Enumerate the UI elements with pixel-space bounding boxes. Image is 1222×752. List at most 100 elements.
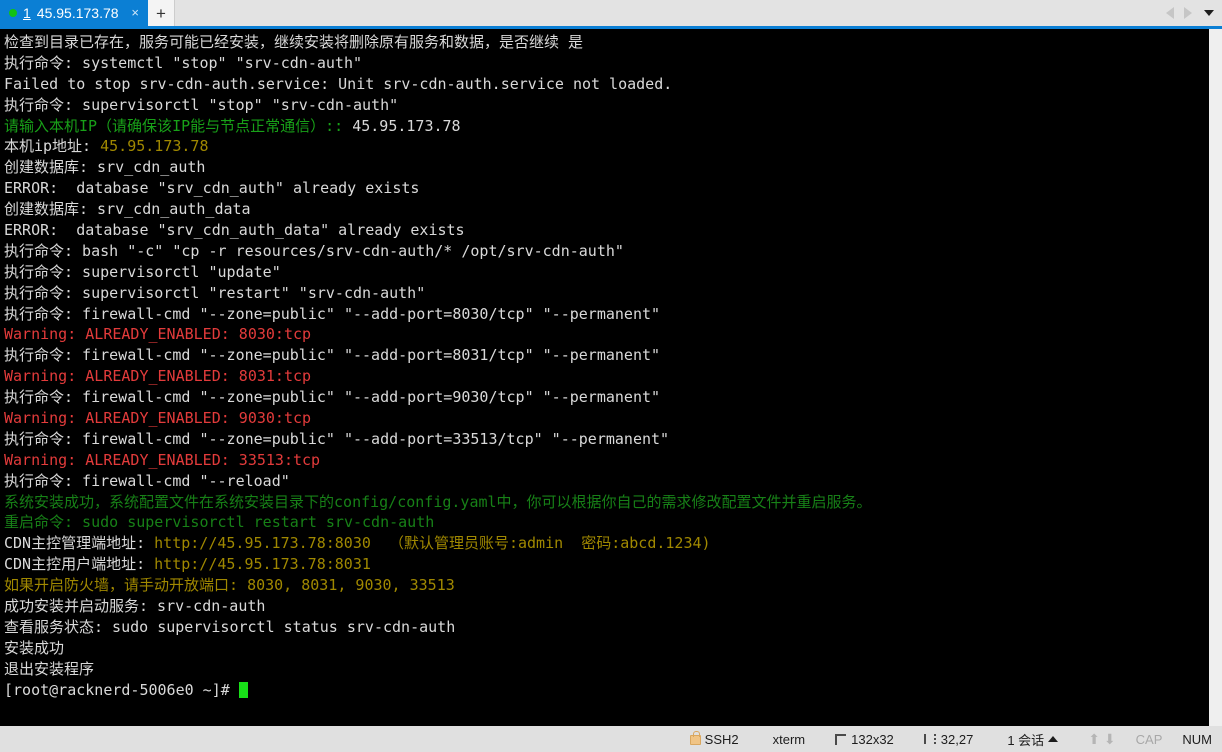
terminal-scrollbar[interactable] bbox=[1208, 29, 1222, 726]
scroll-tabs-right-icon[interactable] bbox=[1184, 7, 1192, 19]
terminal-text: 创建数据库: srv_cdn_auth_data bbox=[4, 200, 251, 219]
terminal-line: 执行命令: systemctl "stop" "srv-cdn-auth" bbox=[4, 53, 1208, 74]
close-icon[interactable]: × bbox=[128, 6, 142, 21]
status-size: 132x32 bbox=[835, 732, 894, 747]
terminal-line: Warning: ALREADY_ENABLED: 9030:tcp bbox=[4, 408, 1208, 429]
terminal-line: 执行命令: firewall-cmd "--zone=public" "--ad… bbox=[4, 345, 1208, 366]
status-sessions[interactable]: 1 会话 bbox=[1007, 730, 1059, 749]
terminal-line: 系统安装成功，系统配置文件在系统安装目录下的config/config.yaml… bbox=[4, 492, 1208, 513]
terminal-text: CDN主控用户端地址: bbox=[4, 555, 155, 574]
terminal-area: 检查到目录已存在，服务可能已经安装，继续安装将删除原有服务和数据，是否继续 是执… bbox=[0, 29, 1222, 726]
upload-arrow-icon: ⬆ bbox=[1088, 731, 1100, 747]
terminal-text: 系统安装成功，系统配置文件在系统安装目录下的config/config.yaml… bbox=[4, 492, 872, 511]
cursor-position-icon bbox=[923, 734, 936, 744]
terminal-line: 如果开启防火墙，请手动开放端口: 8030, 8031, 9030, 33513 bbox=[4, 575, 1208, 596]
terminal-text: http://45.95.173.78:8030 bbox=[154, 534, 371, 553]
terminal-line: 退出安装程序 bbox=[4, 659, 1208, 680]
terminal-text: 如果开启防火墙，请手动开放端口: 8030, 8031, 9030, 33513 bbox=[4, 576, 455, 595]
terminal-line: Warning: ALREADY_ENABLED: 8031:tcp bbox=[4, 366, 1208, 387]
status-cursor-position-label: 32,27 bbox=[940, 731, 974, 747]
tab-list-chevron-down-icon[interactable] bbox=[1204, 10, 1214, 16]
terminal-text: 检查到目录已存在，服务可能已经安装，继续安装将删除原有服务和数据，是否继续 是 bbox=[4, 33, 584, 51]
terminal-text: 创建数据库: srv_cdn_auth bbox=[4, 158, 206, 177]
terminal-text: 执行命令: firewall-cmd "--zone=public" "--ad… bbox=[4, 388, 661, 407]
status-emulation: xterm bbox=[773, 732, 806, 747]
terminal-line: CDN主控用户端地址: http://45.95.173.78:8031 bbox=[4, 554, 1208, 575]
resize-icon bbox=[835, 733, 847, 745]
status-num-lock-label: NUM bbox=[1182, 731, 1212, 747]
terminal-text: 执行命令: supervisorctl "stop" "srv-cdn-auth… bbox=[4, 95, 399, 114]
terminal-line: 成功安装并启动服务: srv-cdn-auth bbox=[4, 596, 1208, 617]
terminal-line: 执行命令: supervisorctl "restart" "srv-cdn-a… bbox=[4, 283, 1208, 304]
terminal-text: 安装成功 bbox=[4, 638, 65, 657]
tab-bar-filler bbox=[175, 0, 1166, 26]
terminal-text: Warning: ALREADY_ENABLED: 9030:tcp bbox=[4, 409, 312, 428]
terminal-text: 执行命令: firewall-cmd "--zone=public" "--ad… bbox=[4, 346, 661, 365]
terminal-text: 查看服务状态: sudo supervisorctl status srv-cd… bbox=[4, 617, 456, 636]
tab-bar-controls bbox=[1166, 0, 1222, 26]
connection-status-dot bbox=[9, 9, 17, 17]
status-emulation-label: xterm bbox=[772, 731, 806, 747]
terminal-text: 执行命令: bash "-c" "cp -r resources/srv-cdn… bbox=[4, 241, 624, 260]
terminal-output[interactable]: 检查到目录已存在，服务可能已经安装，继续安装将删除原有服务和数据，是否继续 是执… bbox=[0, 29, 1208, 726]
scroll-tabs-left-icon[interactable] bbox=[1166, 7, 1174, 19]
terminal-text: 执行命令: firewall-cmd "--reload" bbox=[4, 471, 290, 490]
status-bar: SSH2 xterm 132x32 32,27 1 会话 ⬆ ⬇ CAP NUM bbox=[0, 726, 1222, 752]
shell-prompt: [root@racknerd-5006e0 ~]# bbox=[4, 680, 239, 699]
terminal-line: 执行命令: bash "-c" "cp -r resources/srv-cdn… bbox=[4, 241, 1208, 262]
terminal-line: Warning: ALREADY_ENABLED: 33513:tcp bbox=[4, 450, 1208, 471]
terminal-text: 执行命令: systemctl "stop" "srv-cdn-auth" bbox=[4, 53, 363, 72]
terminal-line: ERROR: database "srv_cdn_auth_data" alre… bbox=[4, 220, 1208, 241]
lock-icon bbox=[689, 731, 701, 745]
terminal-tab[interactable]: 1 45.95.173.78 × bbox=[0, 0, 148, 26]
terminal-line: 创建数据库: srv_cdn_auth_data bbox=[4, 199, 1208, 220]
terminal-line: 重启命令: sudo supervisorctl restart srv-cdn… bbox=[4, 512, 1208, 533]
new-tab-button[interactable]: + bbox=[148, 0, 175, 26]
terminal-text: CDN主控管理端地址: bbox=[4, 534, 155, 553]
terminal-text: Warning: ALREADY_ENABLED: 8030:tcp bbox=[4, 325, 312, 344]
terminal-line: Failed to stop srv-cdn-auth.service: Uni… bbox=[4, 74, 1208, 95]
terminal-cursor bbox=[238, 681, 248, 698]
status-cursor-position: 32,27 bbox=[923, 731, 974, 747]
download-arrow-icon: ⬇ bbox=[1103, 731, 1116, 747]
terminal-text: 45.95.173.78 bbox=[100, 137, 209, 156]
status-size-label: 132x32 bbox=[851, 731, 894, 747]
status-num-lock: NUM bbox=[1182, 732, 1212, 747]
status-caps-lock-label: CAP bbox=[1135, 731, 1163, 747]
terminal-line: 执行命令: firewall-cmd "--reload" bbox=[4, 471, 1208, 492]
terminal-text: ERROR: database "srv_cdn_auth_data" alre… bbox=[4, 221, 465, 240]
terminal-line: ERROR: database "srv_cdn_auth" already e… bbox=[4, 178, 1208, 199]
status-caps-lock: CAP bbox=[1136, 732, 1163, 747]
terminal-line: 执行命令: firewall-cmd "--zone=public" "--ad… bbox=[4, 387, 1208, 408]
terminal-text: （默认管理员账号:admin 密码:abcd.1234) bbox=[370, 534, 711, 553]
terminal-text: ERROR: database "srv_cdn_auth" already e… bbox=[4, 179, 420, 198]
status-transfer-indicators: ⬆ ⬇ bbox=[1088, 732, 1115, 746]
terminal-text: Failed to stop srv-cdn-auth.service: Uni… bbox=[4, 74, 673, 93]
terminal-text: Warning: ALREADY_ENABLED: 33513:tcp bbox=[4, 450, 321, 469]
terminal-line: 执行命令: supervisorctl "update" bbox=[4, 262, 1208, 283]
terminal-line: 执行命令: firewall-cmd "--zone=public" "--ad… bbox=[4, 429, 1208, 450]
tab-title-label: 45.95.173.78 bbox=[36, 5, 119, 21]
terminal-text: 退出安装程序 bbox=[4, 659, 95, 678]
terminal-text: http://45.95.173.78:8031 bbox=[154, 555, 371, 574]
chevron-up-icon[interactable] bbox=[1048, 736, 1059, 742]
terminal-line: Warning: ALREADY_ENABLED: 8030:tcp bbox=[4, 324, 1208, 345]
terminal-prompt-line: [root@racknerd-5006e0 ~]# bbox=[4, 680, 1208, 701]
terminal-line: 创建数据库: srv_cdn_auth bbox=[4, 157, 1208, 178]
terminal-text: 本机ip地址: bbox=[4, 137, 101, 156]
terminal-line: 检查到目录已存在，服务可能已经安装，继续安装将删除原有服务和数据，是否继续 是 bbox=[4, 32, 1208, 53]
terminal-text: 45.95.173.78 bbox=[352, 116, 461, 135]
tab-index-label: 1 bbox=[23, 5, 31, 21]
terminal-line: 请输入本机IP（请确保该IP能与节点正常通信）:: 45.95.173.78 bbox=[4, 116, 1208, 137]
status-protocol-label: SSH2 bbox=[704, 731, 739, 747]
terminal-line: 查看服务状态: sudo supervisorctl status srv-cd… bbox=[4, 617, 1208, 638]
terminal-text: Warning: ALREADY_ENABLED: 8031:tcp bbox=[4, 367, 312, 386]
terminal-text: 执行命令: firewall-cmd "--zone=public" "--ad… bbox=[4, 304, 661, 323]
status-sessions-label: 1 会话 bbox=[1007, 732, 1045, 748]
tab-bar: 1 45.95.173.78 × + bbox=[0, 0, 1222, 26]
status-protocol: SSH2 bbox=[689, 731, 739, 747]
terminal-text: 执行命令: firewall-cmd "--zone=public" "--ad… bbox=[4, 429, 670, 448]
terminal-text: 执行命令: supervisorctl "restart" "srv-cdn-a… bbox=[4, 283, 426, 302]
terminal-text: 重启命令: sudo supervisorctl restart srv-cdn… bbox=[4, 513, 435, 532]
terminal-text: 请输入本机IP（请确保该IP能与节点正常通信）:: bbox=[4, 116, 353, 135]
